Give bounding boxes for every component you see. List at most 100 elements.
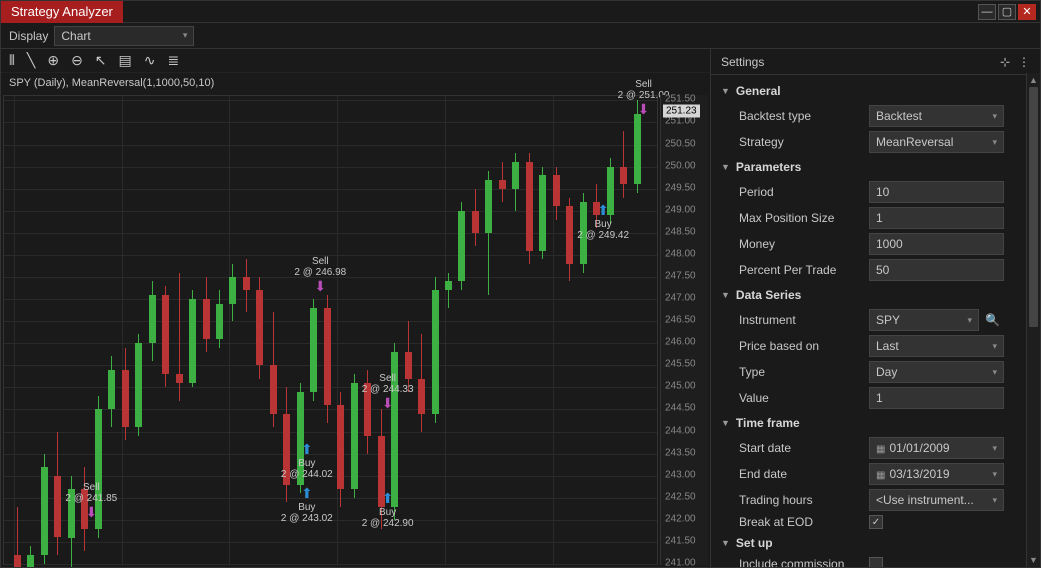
- end-date-input[interactable]: ▦ 03/13/2019 ▾: [869, 463, 1004, 485]
- end-date-value: 03/13/2019: [889, 467, 949, 481]
- section-parameters[interactable]: ▼ Parameters: [721, 155, 1036, 179]
- break-eod-label: Break at EOD: [739, 515, 869, 529]
- settings-menu-icon[interactable]: ⋮: [1018, 55, 1030, 69]
- data-box-icon[interactable]: ▤: [119, 52, 132, 69]
- chevron-down-icon: ▾: [183, 30, 188, 41]
- start-date-value: 01/01/2009: [889, 441, 949, 455]
- ds-type-select[interactable]: Day ▾: [869, 361, 1004, 383]
- pbo-label: Price based on: [739, 339, 869, 353]
- pin-icon[interactable]: ⊹: [1000, 55, 1010, 69]
- section-parameters-title: Parameters: [736, 160, 801, 174]
- calendar-icon: ▦: [876, 444, 885, 455]
- last-price-badge: 251.23: [663, 105, 700, 118]
- start-date-label: Start date: [739, 441, 869, 455]
- instrument-label: Instrument: [739, 313, 869, 327]
- draw-line-icon[interactable]: ╲: [27, 52, 35, 69]
- chevron-down-icon: ▾: [992, 111, 997, 122]
- display-select-value: Chart: [61, 29, 90, 43]
- candlestick-icon[interactable]: ⫴: [9, 52, 15, 69]
- chart-y-axis: 241.00241.50242.00242.50243.00243.50244.…: [660, 95, 708, 565]
- period-label: Period: [739, 185, 869, 199]
- end-date-label: End date: [739, 467, 869, 481]
- maximize-button[interactable]: ▢: [998, 4, 1016, 20]
- max-pos-label: Max Position Size: [739, 211, 869, 225]
- period-value: 10: [876, 185, 889, 199]
- ds-value-input[interactable]: 1: [869, 387, 1004, 409]
- section-general-title: General: [736, 84, 781, 98]
- ppt-input[interactable]: 50: [869, 259, 1004, 281]
- chevron-down-icon: ▾: [992, 137, 997, 148]
- display-select[interactable]: Chart ▾: [54, 26, 194, 46]
- trading-hours-select[interactable]: <Use instrument... ▾: [869, 489, 1004, 511]
- sell-marker: Sell2 @ 246.98⬇: [290, 256, 350, 295]
- search-icon[interactable]: 🔍: [985, 313, 1000, 327]
- chart-plot[interactable]: Sell2 @ 241.85⬇ Sell2 @ 246.98⬇ ⬆Buy2 @ 24…: [3, 95, 658, 565]
- scroll-thumb[interactable]: [1029, 87, 1038, 327]
- strategy-select[interactable]: MeanReversal ▾: [869, 131, 1004, 153]
- indicator-icon[interactable]: ∿: [144, 52, 156, 69]
- strategy-value: MeanReversal: [876, 135, 953, 149]
- caret-down-icon: ▼: [721, 418, 730, 428]
- chevron-down-icon: ▾: [992, 495, 997, 506]
- strategy-label: Strategy: [739, 135, 869, 149]
- chevron-down-icon: ▾: [992, 443, 997, 454]
- chart-info-label: SPY (Daily), MeanReversal(1,1000,50,10): [1, 73, 710, 93]
- ppt-value: 50: [876, 263, 889, 277]
- pbo-value: Last: [876, 339, 899, 353]
- ds-value-value: 1: [876, 391, 883, 405]
- sell-marker: Sell2 @ 244.33⬇: [358, 373, 418, 412]
- ppt-label: Percent Per Trade: [739, 263, 869, 277]
- zoom-in-icon[interactable]: ⊕: [47, 52, 59, 69]
- cursor-icon[interactable]: ↖: [95, 52, 107, 69]
- instrument-select[interactable]: SPY ▾: [869, 309, 979, 331]
- minimize-button[interactable]: —: [978, 4, 996, 20]
- chevron-down-icon: ▾: [967, 315, 972, 326]
- buy-marker: ⬆Buy2 @ 242.90: [358, 490, 418, 529]
- trading-hours-label: Trading hours: [739, 493, 869, 507]
- list-icon[interactable]: ≣: [168, 52, 180, 69]
- buy-marker: ⬆Buy2 @ 243.02: [277, 485, 337, 524]
- max-pos-value: 1: [876, 211, 883, 225]
- chevron-down-icon: ▾: [992, 341, 997, 352]
- chevron-down-icon: ▾: [992, 469, 997, 480]
- money-value: 1000: [876, 237, 903, 251]
- chevron-down-icon: ▾: [992, 367, 997, 378]
- pbo-select[interactable]: Last ▾: [869, 335, 1004, 357]
- money-input[interactable]: 1000: [869, 233, 1004, 255]
- money-label: Money: [739, 237, 869, 251]
- section-timeframe-title: Time frame: [736, 416, 800, 430]
- caret-down-icon: ▼: [721, 86, 730, 96]
- instrument-value: SPY: [876, 313, 900, 327]
- backtest-type-select[interactable]: Backtest ▾: [869, 105, 1004, 127]
- section-general[interactable]: ▼ General: [721, 79, 1036, 103]
- start-date-input[interactable]: ▦ 01/01/2009 ▾: [869, 437, 1004, 459]
- section-dataseries[interactable]: ▼ Data Series: [721, 283, 1036, 307]
- settings-title: Settings: [721, 55, 764, 69]
- section-setup[interactable]: ▼ Set up: [721, 531, 1036, 555]
- window-title: Strategy Analyzer: [1, 1, 123, 23]
- sell-marker: Sell2 @ 241.85⬇: [61, 482, 121, 521]
- ds-value-label: Value: [739, 391, 869, 405]
- trading-hours-value: <Use instrument...: [876, 493, 974, 507]
- zoom-out-icon[interactable]: ⊖: [71, 52, 83, 69]
- caret-down-icon: ▼: [721, 538, 730, 548]
- close-button[interactable]: ✕: [1018, 4, 1036, 20]
- backtest-type-value: Backtest: [876, 109, 922, 123]
- calendar-icon: ▦: [876, 470, 885, 481]
- caret-down-icon: ▼: [721, 162, 730, 172]
- period-input[interactable]: 10: [869, 181, 1004, 203]
- max-pos-input[interactable]: 1: [869, 207, 1004, 229]
- section-dataseries-title: Data Series: [736, 288, 801, 302]
- include-commission-checkbox[interactable]: [869, 557, 883, 567]
- section-timeframe[interactable]: ▼ Time frame: [721, 411, 1036, 435]
- ds-type-value: Day: [876, 365, 897, 379]
- scroll-down-icon[interactable]: ▼: [1027, 553, 1040, 567]
- break-eod-checkbox[interactable]: ✓: [869, 515, 883, 529]
- settings-scrollbar[interactable]: ▲ ▼: [1026, 73, 1040, 567]
- caret-down-icon: ▼: [721, 290, 730, 300]
- include-commission-label: Include commission: [739, 557, 869, 567]
- scroll-up-icon[interactable]: ▲: [1027, 73, 1040, 87]
- section-setup-title: Set up: [736, 536, 773, 550]
- display-label: Display: [9, 29, 48, 43]
- buy-marker: ⬆Buy2 @ 244.02: [277, 441, 337, 480]
